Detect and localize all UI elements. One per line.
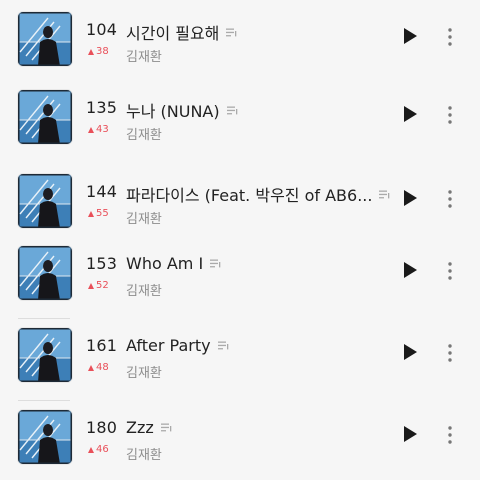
- album-art[interactable]: [18, 328, 72, 382]
- song-title[interactable]: 누나 (NUNA): [126, 98, 238, 122]
- chart-song-list: 104 38 시간이 필요해 김재환 135 43 누나 (NUNA) 김재환 …: [0, 0, 480, 480]
- song-title-text: Zzz: [126, 418, 154, 437]
- song-title[interactable]: 파라다이스 (Feat. 박우진 of AB6...: [126, 182, 390, 206]
- more-vertical-icon[interactable]: [446, 105, 454, 125]
- rank-change-value: 43: [96, 124, 109, 135]
- rank-change-value: 48: [96, 362, 109, 373]
- song-row[interactable]: 161 48 After Party 김재환: [0, 328, 480, 390]
- more-vertical-icon[interactable]: [446, 189, 454, 209]
- play-icon[interactable]: [402, 343, 418, 361]
- play-icon[interactable]: [402, 27, 418, 45]
- song-row[interactable]: 153 52 Who Am I 김재환: [0, 246, 480, 308]
- song-title-text: 시간이 필요해: [126, 24, 220, 43]
- album-art-image: [18, 90, 72, 144]
- album-art[interactable]: [18, 410, 72, 464]
- rank-change: 46: [88, 444, 109, 455]
- album-art-image: [18, 410, 72, 464]
- album-art-image: [18, 174, 72, 228]
- rank-change-value: 46: [96, 444, 109, 455]
- play-icon[interactable]: [402, 105, 418, 123]
- song-title-text: Who Am I: [126, 254, 204, 273]
- song-title[interactable]: Who Am I: [126, 254, 221, 273]
- more-vertical-icon[interactable]: [446, 343, 454, 363]
- song-row[interactable]: 144 55 파라다이스 (Feat. 박우진 of AB6... 김재환: [0, 174, 480, 236]
- song-title[interactable]: 시간이 필요해: [126, 20, 237, 44]
- artist-name[interactable]: 김재환: [126, 362, 162, 381]
- artist-name[interactable]: 김재환: [126, 280, 162, 299]
- song-row[interactable]: 180 46 Zzz 김재환: [0, 410, 480, 472]
- song-row[interactable]: 135 43 누나 (NUNA) 김재환: [0, 90, 480, 152]
- song-row[interactable]: 104 38 시간이 필요해 김재환: [0, 12, 480, 74]
- play-icon[interactable]: [402, 261, 418, 279]
- artist-name[interactable]: 김재환: [126, 124, 162, 143]
- rank-change: 55: [88, 208, 109, 219]
- album-art[interactable]: [18, 12, 72, 66]
- chart-rank: 161: [86, 336, 118, 355]
- chart-rank: 104: [86, 20, 118, 39]
- rank-up-triangle-icon: [88, 364, 94, 371]
- song-title-text: 파라다이스 (Feat. 박우진 of AB6...: [126, 186, 373, 205]
- song-title[interactable]: Zzz: [126, 418, 172, 437]
- row-divider: [18, 400, 70, 401]
- chart-rank: 180: [86, 418, 118, 437]
- rank-change-value: 38: [96, 46, 109, 57]
- lyrics-icon: [160, 423, 172, 432]
- artist-name[interactable]: 김재환: [126, 46, 162, 65]
- more-vertical-icon[interactable]: [446, 425, 454, 445]
- play-icon[interactable]: [402, 189, 418, 207]
- album-art[interactable]: [18, 174, 72, 228]
- more-vertical-icon[interactable]: [446, 27, 454, 47]
- album-art-image: [18, 12, 72, 66]
- song-title[interactable]: After Party: [126, 336, 229, 355]
- rank-change-value: 52: [96, 280, 109, 291]
- lyrics-icon: [217, 341, 228, 350]
- chart-rank: 135: [86, 98, 118, 117]
- lyrics-icon: [379, 190, 390, 198]
- artist-name[interactable]: 김재환: [126, 444, 162, 463]
- album-art-image: [18, 328, 72, 382]
- rank-up-triangle-icon: [88, 210, 94, 217]
- play-icon[interactable]: [402, 425, 418, 443]
- lyrics-icon: [226, 28, 237, 36]
- song-title-text: After Party: [126, 336, 211, 355]
- lyrics-icon: [226, 106, 237, 114]
- rank-change: 38: [88, 46, 109, 57]
- rank-change: 43: [88, 124, 109, 135]
- album-art-image: [18, 246, 72, 300]
- rank-change: 52: [88, 280, 109, 291]
- song-title-text: 누나 (NUNA): [126, 102, 220, 121]
- album-art[interactable]: [18, 246, 72, 300]
- rank-up-triangle-icon: [88, 282, 94, 289]
- chart-rank: 144: [86, 182, 118, 201]
- lyrics-icon: [210, 259, 221, 268]
- rank-change-value: 55: [96, 208, 109, 219]
- chart-rank: 153: [86, 254, 118, 273]
- row-divider: [18, 318, 70, 319]
- rank-up-triangle-icon: [88, 48, 94, 55]
- rank-change: 48: [88, 362, 109, 373]
- more-vertical-icon[interactable]: [446, 261, 454, 281]
- artist-name[interactable]: 김재환: [126, 208, 162, 227]
- rank-up-triangle-icon: [88, 446, 94, 453]
- album-art[interactable]: [18, 90, 72, 144]
- rank-up-triangle-icon: [88, 126, 94, 133]
